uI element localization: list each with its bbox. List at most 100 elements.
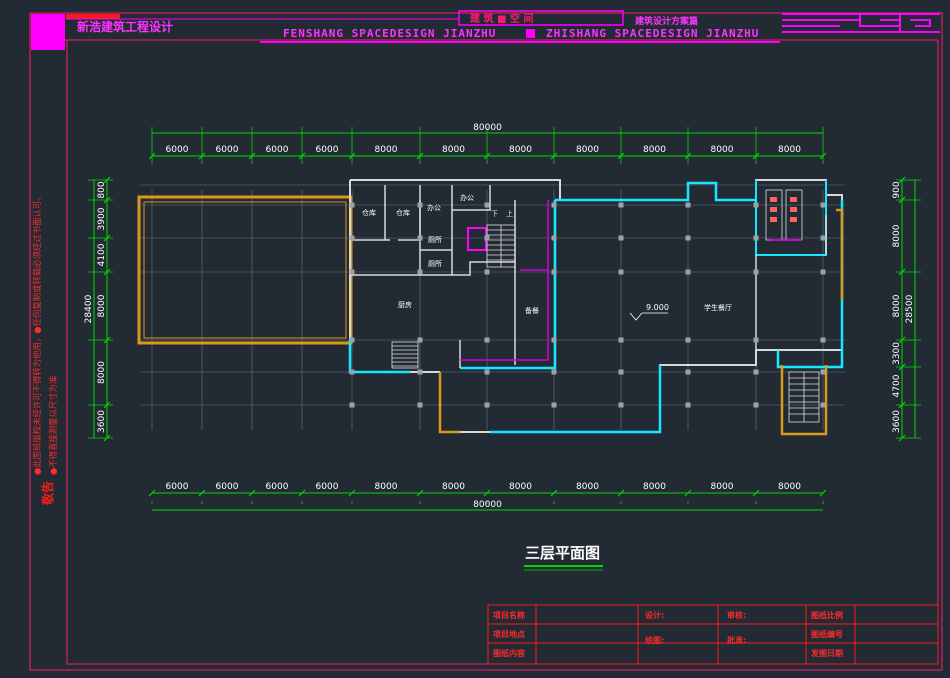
column-39	[753, 337, 759, 343]
column-33	[685, 337, 691, 343]
columns	[349, 202, 826, 408]
room-label-kitchen: 厨房	[398, 300, 412, 309]
room-label-wc-2: 厕所	[428, 259, 442, 268]
dim-span-label-3: 6000	[316, 145, 339, 155]
dim-span-label-0: 800	[97, 181, 107, 198]
roof-terrace-outline	[137, 195, 353, 345]
column-5	[349, 402, 355, 408]
dim-span-label-3: 3300	[892, 342, 902, 365]
cad-drawing-canvas[interactable]: 新浩建筑工程设计 FENSHANG SPACEDESIGN JIANZHU ZH…	[0, 0, 950, 674]
dim-span-label-2: 4100	[97, 243, 107, 266]
magenta-partition	[460, 200, 549, 361]
dim-span-label-3: 6000	[316, 482, 339, 492]
curtain-wall-southwest	[348, 340, 410, 374]
stair-down-label: 下	[491, 210, 498, 218]
dim-span-label-5: 3600	[892, 410, 902, 433]
dim-total-label: 80000	[473, 123, 502, 133]
curtain-wall-canteen	[555, 181, 756, 202]
column-23	[551, 402, 557, 408]
column-42	[820, 202, 826, 208]
fret-pattern-logo	[782, 13, 940, 33]
exterior-wall-north	[350, 179, 843, 367]
dim-span-label-1: 8000	[892, 224, 902, 247]
column-28	[618, 369, 624, 375]
column-12	[484, 202, 490, 208]
column-4	[349, 369, 355, 375]
column-15	[484, 337, 490, 343]
column-31	[685, 235, 691, 241]
column-41	[753, 402, 759, 408]
scheme-label: 建筑设计方案篇	[635, 15, 698, 27]
washroom-fixtures	[765, 189, 803, 241]
dim-span-label-0: 900	[892, 181, 902, 198]
drawing-sheet: 新浩建筑工程设计 FENSHANG SPACEDESIGN JIANZHU ZH…	[29, 10, 943, 671]
column-26	[618, 269, 624, 275]
dim-span-label-5: 8000	[442, 482, 465, 492]
column-14	[484, 269, 490, 275]
sheet-inner-frame	[66, 39, 939, 665]
dim-span-label-9: 8000	[711, 145, 734, 155]
column-29	[618, 402, 624, 408]
roof-terrace-inner	[143, 201, 347, 339]
stair-main	[486, 224, 516, 268]
curtain-wall-lower	[490, 365, 662, 434]
column-20	[551, 269, 557, 275]
title-block-labels: 项目名称 项目地点 图纸内容 设计: 绘图: 审核: 批准: 图纸比例 图纸编号…	[493, 610, 843, 658]
copyright-notice: 敬告 ●此图纸版权未经许可不得转为他用，●任何复制或转载必须经过书面认可。 ●不…	[32, 192, 58, 506]
column-46	[820, 369, 826, 375]
dim-total-label: 28400	[84, 294, 94, 323]
dim-span-label-1: 6000	[216, 482, 239, 492]
dim-span-label-6: 8000	[509, 145, 532, 155]
notice-line-2: ●不得直接测量以尺寸为准	[48, 376, 58, 475]
dim-span-label-6: 8000	[509, 482, 532, 492]
dim-span-label-1: 3900	[97, 207, 107, 230]
dim-span-label-4: 8000	[97, 361, 107, 384]
column-11	[417, 402, 423, 408]
dim-span-label-7: 8000	[576, 145, 599, 155]
column-27	[618, 337, 624, 343]
tb-scale: 图纸比例	[811, 610, 843, 620]
column-45	[820, 337, 826, 343]
balcony-south-west	[438, 372, 460, 434]
stair-up-label: 上	[506, 209, 513, 218]
tb-project-name: 项目名称	[493, 610, 525, 620]
column-16	[484, 369, 490, 375]
dim-span-label-0: 6000	[166, 482, 189, 492]
dim-total-label: 80000	[473, 500, 502, 510]
column-25	[618, 235, 624, 241]
column-21	[551, 337, 557, 343]
dim-span-label-3: 8000	[97, 294, 107, 317]
column-24	[618, 202, 624, 208]
dim-span-label-2: 8000	[892, 294, 902, 317]
column-10	[417, 369, 423, 375]
column-44	[820, 269, 826, 275]
tb-number: 图纸编号	[811, 629, 843, 639]
dimension-chain-right: 28500 900 8000 8000 3300 4700 3600	[892, 176, 921, 442]
dim-span-label-2: 6000	[266, 482, 289, 492]
dimension-chain-bottom: 80000 6000 6000 6000 6000 8000 8000 8000 8000 800…	[148, 482, 827, 511]
column-47	[820, 402, 826, 408]
dim-span-label-1: 6000	[216, 145, 239, 155]
room-label-store-1: 仓库	[362, 208, 376, 217]
dim-span-label-7: 8000	[576, 482, 599, 492]
column-36	[753, 202, 759, 208]
column-37	[753, 235, 759, 241]
column-17	[484, 402, 490, 408]
column-38	[753, 269, 759, 275]
dim-span-label-5: 8000	[442, 145, 465, 155]
column-43	[820, 235, 826, 241]
room-label-canteen: 学生餐厅	[704, 303, 732, 312]
banner-right-text: ZHISHANG SPACEDESIGN JIANZHU	[546, 27, 759, 40]
tb-issue-date: 发图日期	[810, 648, 843, 658]
stair-east-tower	[788, 371, 820, 423]
elevator-shaft	[467, 227, 487, 251]
dim-span-label-8: 8000	[643, 145, 666, 155]
tb-project-site: 项目地点	[493, 629, 525, 639]
curtain-wall-east	[776, 200, 844, 369]
column-35	[685, 402, 691, 408]
dim-span-label-5: 3600	[97, 410, 107, 433]
dim-span-label-2: 6000	[266, 145, 289, 155]
tb-drawing-content: 图纸内容	[493, 648, 525, 658]
header-title-text: 建 筑 ■ 空 间	[469, 12, 533, 25]
column-1	[349, 235, 355, 241]
